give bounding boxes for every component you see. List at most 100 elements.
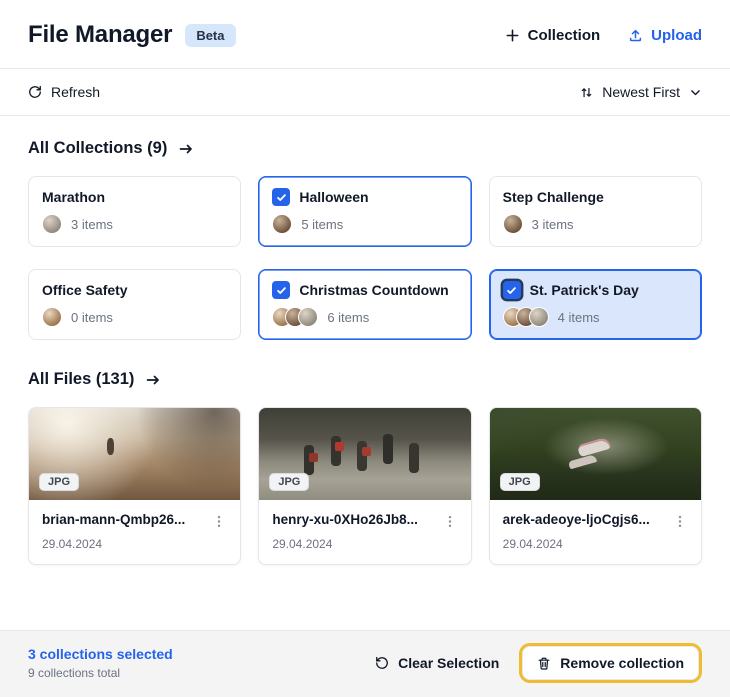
beta-badge: Beta (185, 23, 236, 47)
files-grid: JPG brian-mann-Qmbp26... 29.04.2024 JPG (28, 407, 702, 565)
collection-card-st-patricks-day[interactable]: St. Patrick's Day 4 items (488, 269, 702, 340)
file-type-badge: JPG (269, 473, 310, 491)
collections-heading-label: All Collections (9) (28, 139, 168, 157)
file-card-1[interactable]: JPG brian-mann-Qmbp26... 29.04.2024 (28, 407, 242, 565)
trash-icon (537, 656, 551, 671)
collection-card-halloween[interactable]: Halloween 5 items (258, 176, 472, 247)
footer-actions: Clear Selection Remove collection (375, 643, 702, 683)
add-collection-button[interactable]: Collection (505, 26, 601, 44)
collection-card-office-safety[interactable]: Office Safety 0 items (28, 269, 242, 340)
collection-card-step-challenge[interactable]: Step Challenge 3 items (488, 176, 702, 247)
collection-meta: 5 items (272, 214, 457, 234)
file-menu-button[interactable] (673, 512, 689, 529)
main-content: All Collections (9) Marathon 3 items Hal… (0, 116, 730, 630)
file-date: 29.04.2024 (272, 537, 333, 551)
refresh-button[interactable]: Refresh (28, 84, 100, 100)
collection-item-count: 5 items (301, 216, 344, 232)
file-thumbnail-trail-runners: JPG (259, 408, 471, 500)
collection-item-count: 4 items (557, 309, 600, 325)
collection-meta: 3 items (502, 214, 688, 234)
avatar (502, 214, 523, 234)
file-thumbnail-beach: JPG (29, 408, 241, 500)
check-icon (276, 192, 287, 203)
clear-selection-icon (375, 656, 389, 670)
header: File Manager Beta Collection Upload (0, 0, 730, 68)
avatar (298, 307, 319, 327)
collection-card-marathon[interactable]: Marathon 3 items (28, 176, 242, 247)
add-collection-label: Collection (527, 26, 601, 44)
highlight-ring: Remove collection (519, 643, 702, 683)
clear-selection-button[interactable]: Clear Selection (375, 655, 499, 671)
collection-name: Marathon (42, 189, 105, 205)
collection-card-header: Marathon (42, 188, 227, 206)
collection-name: Christmas Countdown (299, 282, 449, 298)
collection-meta: 0 items (42, 307, 227, 327)
collection-card-header: St. Patrick's Day (502, 281, 688, 299)
collection-checkbox[interactable] (272, 281, 291, 299)
kebab-icon (212, 514, 226, 529)
avatar (528, 307, 549, 327)
arrow-right-icon[interactable] (178, 141, 194, 157)
collection-card-header: Step Challenge (503, 188, 688, 206)
file-card-3[interactable]: JPG arek-adeoye-ljoCgjs6... 29.04.2024 (488, 407, 702, 565)
refresh-label: Refresh (51, 84, 101, 100)
file-menu-button[interactable] (443, 512, 459, 529)
collection-card-christmas-countdown[interactable]: Christmas Countdown 6 items (258, 269, 472, 340)
collection-card-header: Office Safety (42, 281, 227, 299)
file-card-2[interactable]: JPG henry-xu-0XHo26Jb8... 29.04.2024 (258, 407, 472, 565)
page-title: File Manager (28, 21, 173, 48)
avatar-group (272, 307, 319, 327)
header-title-group: File Manager Beta (28, 21, 236, 49)
refresh-icon (28, 85, 42, 99)
sort-dropdown[interactable]: Newest First (580, 84, 702, 100)
toolbar: Refresh Newest First (0, 68, 730, 116)
sort-icon (580, 86, 593, 99)
file-name: brian-mann-Qmbp26... (42, 512, 186, 527)
avatar-group (42, 214, 62, 234)
collection-item-count: 6 items (327, 309, 370, 325)
selection-footer: 3 collections selected 9 collections tot… (0, 630, 730, 697)
file-menu-button[interactable] (212, 512, 228, 529)
collection-meta: 3 items (42, 214, 227, 234)
collection-meta: 6 items (272, 307, 457, 327)
collection-meta: 4 items (502, 307, 688, 327)
kebab-icon (443, 514, 457, 529)
collection-item-count: 3 items (531, 216, 574, 232)
file-thumbnail-shoes-grass: JPG (489, 408, 701, 500)
remove-collection-label: Remove collection (560, 655, 684, 671)
avatar-group (502, 307, 549, 327)
total-count: 9 collections total (28, 666, 121, 680)
arrow-right-icon[interactable] (145, 372, 161, 388)
selected-count: 3 collections selected (28, 646, 173, 662)
check-icon (506, 285, 517, 296)
file-date: 29.04.2024 (502, 537, 563, 551)
collection-card-header: Christmas Countdown (272, 281, 457, 299)
plus-icon (505, 28, 520, 43)
collection-name: Step Challenge (502, 189, 604, 205)
selection-summary: 3 collections selected 9 collections tot… (28, 646, 173, 680)
sort-label: Newest First (602, 84, 680, 100)
avatar (272, 214, 293, 234)
collection-checkbox[interactable] (272, 188, 291, 206)
remove-collection-button[interactable]: Remove collection (522, 646, 699, 680)
collection-item-count: 3 items (71, 216, 113, 232)
collection-checkbox[interactable] (502, 281, 521, 299)
check-icon (276, 285, 287, 296)
upload-button[interactable]: Upload (628, 27, 702, 44)
files-heading: All Files (131) (28, 370, 702, 389)
kebab-icon (673, 514, 687, 529)
collections-grid: Marathon 3 items Halloween 5 items Step … (28, 176, 702, 340)
avatar (42, 307, 62, 327)
upload-label: Upload (651, 26, 702, 44)
header-actions: Collection Upload (505, 27, 702, 44)
collection-name: Office Safety (42, 282, 128, 298)
collection-name: Halloween (299, 189, 369, 205)
avatar-group (502, 214, 523, 234)
file-card-body: henry-xu-0XHo26Jb8... 29.04.2024 (259, 500, 470, 564)
file-type-badge: JPG (499, 473, 540, 491)
file-type-badge: JPG (39, 473, 80, 491)
chevron-down-icon (689, 86, 702, 99)
collection-item-count: 0 items (71, 309, 113, 325)
collections-heading: All Collections (9) (28, 139, 702, 158)
file-date: 29.04.2024 (42, 537, 103, 551)
